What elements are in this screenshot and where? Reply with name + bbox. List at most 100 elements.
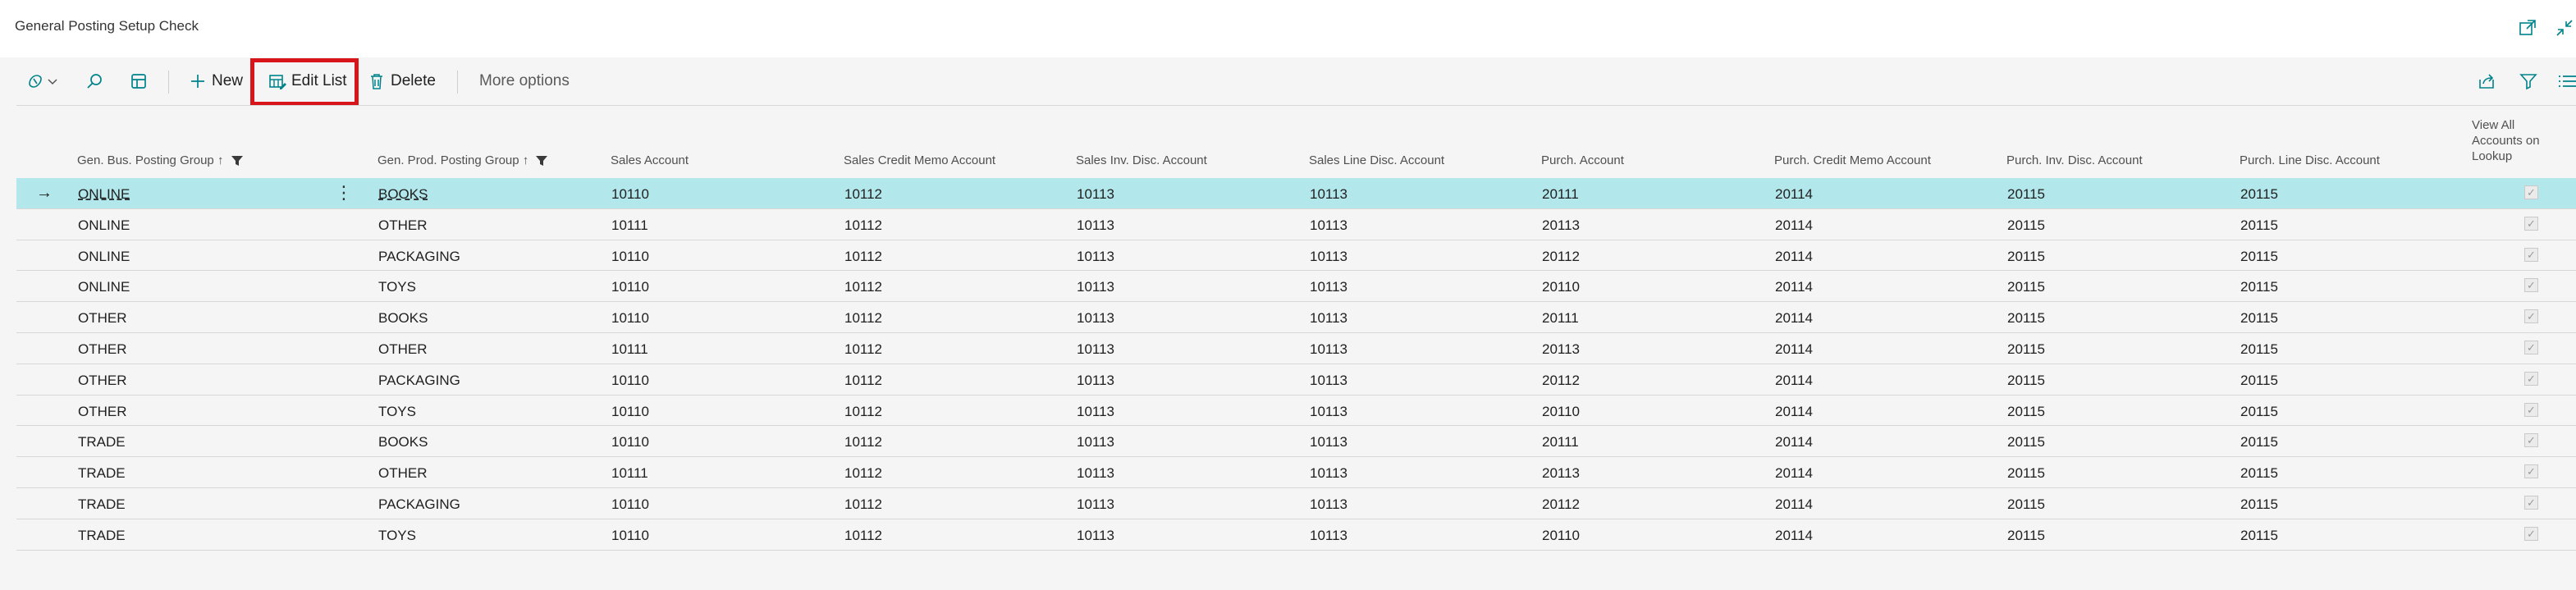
table-cell[interactable]: TOYS — [378, 279, 416, 295]
table-cell[interactable]: 20115 — [2007, 217, 2045, 234]
table-cell[interactable]: 20115 — [2007, 528, 2045, 544]
table-cell[interactable]: 10112 — [844, 496, 882, 513]
table-cell[interactable]: 20115 — [2240, 310, 2278, 327]
more-options-button[interactable]: More options — [479, 69, 570, 94]
table-cell[interactable]: 10112 — [844, 186, 882, 203]
table-cell[interactable]: 10113 — [1310, 528, 1347, 544]
table-cell[interactable]: 10110 — [611, 434, 649, 451]
table-cell[interactable]: 20114 — [1775, 186, 1813, 203]
table-cell[interactable]: 20115 — [2007, 279, 2045, 295]
table-cell[interactable]: 10112 — [844, 341, 882, 358]
table-cell[interactable]: 10113 — [1310, 279, 1347, 295]
filter-icon[interactable] — [231, 155, 244, 167]
table-cell[interactable]: 10112 — [844, 434, 882, 451]
table-cell[interactable]: 10113 — [1310, 249, 1347, 265]
table-cell[interactable]: 20115 — [2007, 249, 2045, 265]
table-row[interactable]: TRADE BOOKS 10110 10112 10113 10113 20111 20114… — [16, 426, 2576, 457]
table-cell[interactable]: 20115 — [2007, 404, 2045, 420]
table-cell[interactable]: 10113 — [1077, 217, 1114, 234]
table-cell[interactable]: 20115 — [2240, 496, 2278, 513]
table-cell[interactable]: 20115 — [2007, 373, 2045, 389]
table-cell[interactable]: OTHER — [378, 341, 428, 358]
table-row[interactable]: OTHER TOYS 10110 10112 10113 10113 20110 20114 2… — [16, 396, 2576, 427]
table-cell[interactable]: 10112 — [844, 310, 882, 327]
table-cell[interactable]: 10111 — [611, 341, 648, 358]
table-cell[interactable]: 20115 — [2240, 279, 2278, 295]
view-layout-button[interactable] — [130, 69, 148, 94]
table-cell[interactable]: 10113 — [1077, 310, 1114, 327]
column-header-view-all-accounts-on-lookup[interactable]: View All Accounts on Lookup — [2472, 117, 2540, 164]
table-cell[interactable]: 20115 — [2240, 528, 2278, 544]
table-cell[interactable]: OTHER — [78, 404, 127, 420]
column-header-purch-account[interactable]: Purch. Account — [1541, 153, 1624, 168]
table-cell[interactable]: 10113 — [1077, 186, 1114, 203]
collapse-icon[interactable] — [2555, 18, 2574, 38]
table-cell[interactable]: 10113 — [1077, 373, 1114, 389]
table-cell[interactable]: PACKAGING — [378, 373, 460, 389]
table-cell[interactable]: TOYS — [378, 528, 416, 544]
column-header-gen-prod-posting-group[interactable]: Gen. Prod. Posting Group ↑ — [377, 153, 548, 168]
table-row[interactable]: ONLINE TOYS 10110 10112 10113 10113 20110 20114… — [16, 271, 2576, 302]
table-row[interactable]: OTHER BOOKS 10110 10112 10113 10113 20111 20114… — [16, 302, 2576, 333]
table-cell[interactable]: 20115 — [2240, 434, 2278, 451]
table-cell[interactable]: 10113 — [1077, 528, 1114, 544]
column-header-sales-credit-memo-account[interactable]: Sales Credit Memo Account — [844, 153, 995, 168]
table-cell[interactable]: 20115 — [2007, 496, 2045, 513]
table-cell[interactable]: 10110 — [611, 528, 649, 544]
table-cell[interactable]: 10112 — [844, 249, 882, 265]
table-cell[interactable]: 20110 — [1542, 528, 1580, 544]
table-cell[interactable]: 10113 — [1077, 465, 1114, 482]
table-cell[interactable]: 20114 — [1775, 528, 1813, 544]
table-cell[interactable]: TRADE — [78, 465, 126, 482]
table-cell[interactable]: 10112 — [844, 528, 882, 544]
table-cell[interactable]: 10113 — [1310, 373, 1347, 389]
table-cell[interactable]: TRADE — [78, 528, 126, 544]
table-row[interactable]: TRADE TOYS 10110 10112 10113 10113 20110 20114 2… — [16, 519, 2576, 551]
table-cell[interactable]: OTHER — [378, 465, 428, 482]
filter-icon[interactable] — [535, 155, 548, 167]
table-cell[interactable]: 20114 — [1775, 496, 1813, 513]
filter-icon[interactable] — [2519, 71, 2538, 91]
table-cell[interactable]: 20114 — [1775, 341, 1813, 358]
table-cell[interactable]: 20115 — [2240, 404, 2278, 420]
column-header-sales-inv-disc-account[interactable]: Sales Inv. Disc. Account — [1076, 153, 1207, 168]
table-row[interactable]: OTHER OTHER 10111 10112 10113 10113 20113 20114… — [16, 333, 2576, 364]
table-cell[interactable]: 10110 — [611, 310, 649, 327]
table-cell[interactable]: 10113 — [1310, 465, 1347, 482]
table-cell[interactable]: 20115 — [2240, 341, 2278, 358]
table-cell[interactable]: ONLINE — [78, 279, 130, 295]
table-cell[interactable]: 10113 — [1077, 341, 1114, 358]
table-cell[interactable]: 20113 — [1542, 341, 1580, 358]
table-cell[interactable]: OTHER — [378, 217, 428, 234]
table-cell[interactable]: TRADE — [78, 496, 126, 513]
column-header-sales-account[interactable]: Sales Account — [611, 153, 689, 168]
table-cell[interactable]: ONLINE — [78, 217, 130, 234]
table-cell[interactable]: 20114 — [1775, 249, 1813, 265]
table-cell[interactable]: 20114 — [1775, 373, 1813, 389]
column-header-purch-inv-disc-account[interactable]: Purch. Inv. Disc. Account — [2006, 153, 2143, 168]
table-cell[interactable]: 20114 — [1775, 217, 1813, 234]
table-row[interactable]: ONLINE OTHER 10111 10112 10113 10113 20113 2011… — [16, 209, 2576, 240]
table-cell[interactable]: 20115 — [2007, 465, 2045, 482]
table-cell[interactable]: 10112 — [844, 404, 882, 420]
table-cell[interactable]: 10113 — [1310, 404, 1347, 420]
column-header-gen-bus-posting-group[interactable]: Gen. Bus. Posting Group ↑ — [77, 153, 244, 168]
column-header-purch-credit-memo-account[interactable]: Purch. Credit Memo Account — [1774, 153, 1931, 168]
table-cell[interactable]: 10110 — [611, 186, 649, 203]
table-cell[interactable]: OTHER — [78, 310, 127, 327]
delete-button[interactable]: Delete — [368, 69, 436, 94]
table-cell[interactable]: ONLINE — [78, 249, 130, 265]
table-cell[interactable]: 20115 — [2240, 373, 2278, 389]
table-cell[interactable]: 20114 — [1775, 404, 1813, 420]
open-in-new-window-icon[interactable] — [2518, 18, 2537, 38]
table-cell[interactable]: 20114 — [1775, 279, 1813, 295]
table-cell[interactable]: 20114 — [1775, 465, 1813, 482]
column-header-sales-line-disc-account[interactable]: Sales Line Disc. Account — [1309, 153, 1444, 168]
table-cell[interactable]: TRADE — [78, 434, 126, 451]
table-cell[interactable]: 20115 — [2007, 186, 2045, 203]
column-header-purch-line-disc-account[interactable]: Purch. Line Disc. Account — [2240, 153, 2380, 168]
table-cell[interactable]: 10110 — [611, 373, 649, 389]
table-cell[interactable]: 20111 — [1542, 186, 1579, 203]
table-cell[interactable]: 10113 — [1077, 249, 1114, 265]
share-icon[interactable] — [2477, 71, 2496, 91]
